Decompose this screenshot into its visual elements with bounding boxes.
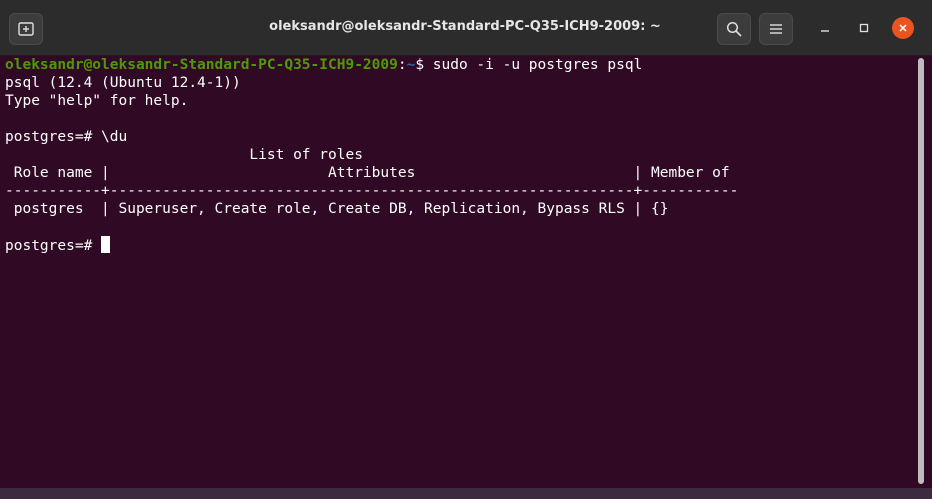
new-tab-button[interactable] <box>9 13 43 45</box>
text-cursor <box>101 236 111 253</box>
prompt-colon: : <box>397 57 407 73</box>
close-icon <box>899 24 907 32</box>
output-line: postgres=# \du <box>5 129 128 145</box>
hamburger-menu-icon <box>770 24 782 34</box>
close-button[interactable] <box>892 17 914 39</box>
command-line: oleksandr@oleksandr-Standard-PC-Q35-ICH9… <box>5 56 642 74</box>
minimize-button[interactable] <box>814 17 836 39</box>
current-prompt-line[interactable]: postgres=# <box>5 236 111 254</box>
table-row: postgres | Superuser, Create role, Creat… <box>5 201 669 217</box>
search-icon <box>726 21 742 37</box>
table-header: Role name | Attributes | Member of <box>5 165 730 181</box>
window-title: oleksandr@oleksandr-Standard-PC-Q35-ICH9… <box>269 19 661 34</box>
terminal-window: oleksandr@oleksandr-Standard-PC-Q35-ICH9… <box>0 0 932 499</box>
scrollbar-thumb[interactable] <box>918 58 924 484</box>
table-separator: -----------+----------------------------… <box>5 183 739 199</box>
prompt-symbol: $ <box>415 57 433 73</box>
scrollbar[interactable] <box>916 56 932 488</box>
output-line: Type "help" for help. <box>5 93 189 109</box>
new-tab-icon <box>18 22 34 36</box>
search-button[interactable] <box>717 13 751 45</box>
current-prompt: postgres=# <box>5 238 102 254</box>
maximize-icon <box>859 23 869 33</box>
desktop-background-strip <box>0 488 932 499</box>
output-line: psql (12.4 (Ubuntu 12.4-1)) <box>5 75 241 91</box>
maximize-button[interactable] <box>853 17 875 39</box>
table-title: List of roles <box>5 147 363 163</box>
title-bar: oleksandr@oleksandr-Standard-PC-Q35-ICH9… <box>0 0 932 56</box>
prompt-path: ~ <box>406 57 416 73</box>
minimize-icon <box>821 30 829 32</box>
menu-button[interactable] <box>759 13 793 45</box>
terminal-output[interactable]: oleksandr@oleksandr-Standard-PC-Q35-ICH9… <box>0 56 916 488</box>
prompt-user-host: oleksandr@oleksandr-Standard-PC-Q35-ICH9… <box>5 57 398 73</box>
command-text: sudo -i -u postgres psql <box>432 57 643 73</box>
